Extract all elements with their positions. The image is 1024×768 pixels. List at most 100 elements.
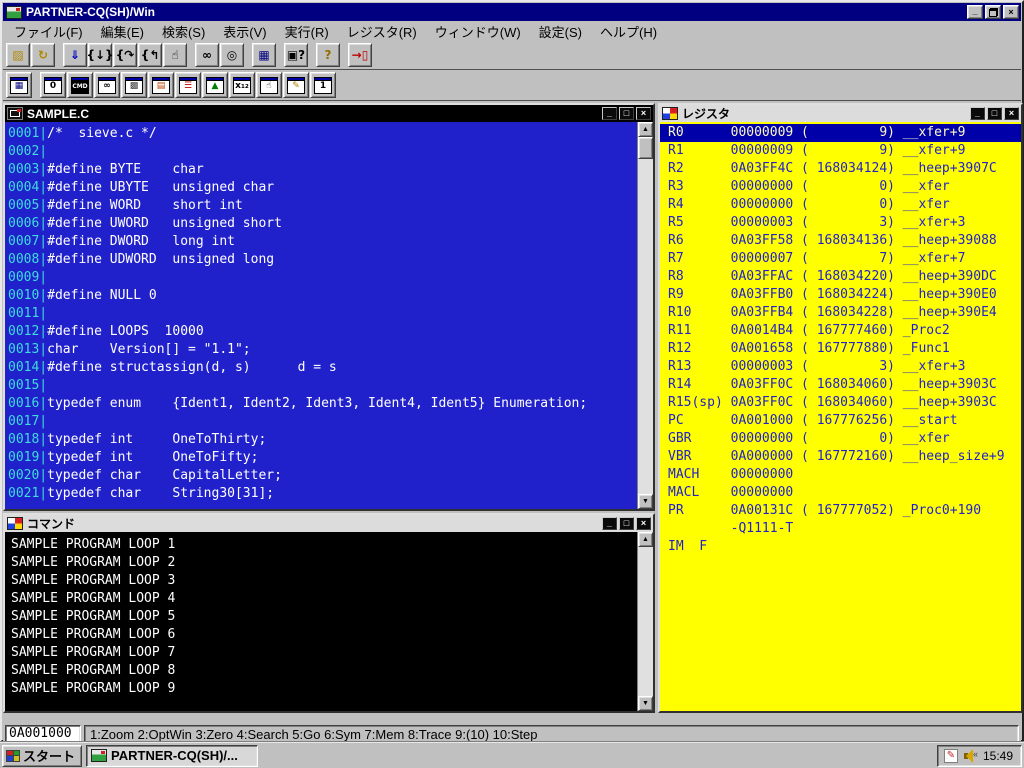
toolbar-separator	[245, 55, 252, 56]
menu-help[interactable]: ヘルプ(H)	[591, 20, 666, 43]
restore-button[interactable]	[985, 5, 1001, 19]
reload-file-icon: ↻	[37, 48, 49, 62]
register-row-im[interactable]: IM F	[668, 538, 1021, 556]
hand-window-button[interactable]: ☝	[256, 72, 282, 98]
register-row-r7[interactable]: R7 00000007 ( 7) __xfer+7	[668, 250, 1021, 268]
command-minimize-button[interactable]: _	[602, 517, 617, 530]
symbol-window-button[interactable]: x₁₂	[229, 72, 255, 98]
menu-settings[interactable]: 設定(S)	[530, 20, 591, 43]
watch-glasses-button[interactable]: ∞	[195, 43, 219, 67]
command-window-titlebar[interactable]: コマンド _ □ ×	[5, 515, 653, 532]
menu-file[interactable]: ファイル(F)	[5, 20, 92, 43]
main-titlebar[interactable]: PARTNER-CQ(SH)/Win _ ×	[3, 3, 1021, 21]
register-row-gbr[interactable]: GBR 00000000 ( 0) __xfer	[668, 430, 1021, 448]
load-module-button[interactable]: ⇓	[63, 43, 87, 67]
scroll-track[interactable]	[638, 137, 653, 494]
register-row-pr[interactable]: PR 0A00131C ( 167777052) _Proc0+190	[668, 502, 1021, 520]
register-row[interactable]: -Q1111-T	[668, 520, 1021, 538]
stack-window-button[interactable]: ☰	[175, 72, 201, 98]
register-row-r4[interactable]: R4 00000000 ( 0) __xfer	[668, 196, 1021, 214]
command-window-button[interactable]: CMD	[67, 72, 93, 98]
start-button[interactable]: スタート	[2, 744, 83, 767]
register-row-r8[interactable]: R8 0A03FFAC ( 168034220) __heep+390DC	[668, 268, 1021, 286]
source-scrollbar[interactable]: ▲ ▼	[637, 122, 653, 509]
command-close-button[interactable]: ×	[636, 517, 651, 530]
register-row-vbr[interactable]: VBR 0A000000 ( 167772160) __heep_size+9	[668, 448, 1021, 466]
register-row-r0[interactable]: R0 00000009 ( 9) __xfer+9	[660, 124, 1021, 142]
task-label: PARTNER-CQ(SH)/...	[111, 748, 238, 763]
save-config-icon: ▣?	[286, 48, 306, 62]
command-maximize-button[interactable]: □	[619, 517, 634, 530]
register-row-r15sp[interactable]: R15(sp) 0A03FF0C ( 168034060) __heep+390…	[668, 394, 1021, 412]
close-button[interactable]: ×	[1003, 5, 1019, 19]
help-button[interactable]: ?	[316, 43, 340, 67]
register-window-icon	[662, 107, 678, 120]
menu-view[interactable]: 表示(V)	[214, 20, 275, 43]
pen-tray-icon[interactable]: ✎	[943, 748, 958, 763]
source-code-area: 0001|/* sieve.c */0002| 0003|#define BYTE…	[5, 122, 637, 509]
scroll-thumb[interactable]	[638, 137, 653, 159]
register-maximize-button[interactable]: □	[987, 107, 1002, 120]
scroll-down-button[interactable]: ▼	[638, 494, 653, 509]
break-hand-button[interactable]: ☝	[163, 43, 187, 67]
register-row-r10[interactable]: R10 0A03FFB4 ( 168034228) __heep+390E4	[668, 304, 1021, 322]
volume-icon[interactable]: «	[963, 748, 978, 763]
stack-window-icon: ☰	[179, 76, 197, 94]
step-over-button[interactable]: {↷	[113, 43, 137, 67]
menu-edit[interactable]: 編集(E)	[92, 20, 153, 43]
memory-window-button[interactable]: ▩	[121, 72, 147, 98]
source-minimize-button[interactable]: _	[602, 107, 617, 120]
scroll-up-button[interactable]: ▲	[638, 532, 653, 547]
register-close-button[interactable]: ×	[1004, 107, 1019, 120]
register-row-r2[interactable]: R2 0A03FF4C ( 168034124) __heep+3907C	[668, 160, 1021, 178]
reload-file-button[interactable]: ↻	[31, 43, 55, 67]
open-file-button[interactable]: ▨	[6, 43, 30, 67]
register-row-macl[interactable]: MACL 00000000	[668, 484, 1021, 502]
step-into-button[interactable]: {↓}	[86, 43, 114, 67]
menu-window[interactable]: ウィンドウ(W)	[426, 20, 530, 43]
menu-register[interactable]: レジスタ(R)	[338, 20, 426, 43]
register-row-r12[interactable]: R12 0A001658 ( 167777880) _Func1	[668, 340, 1021, 358]
scroll-down-button[interactable]: ▼	[638, 696, 653, 711]
taskbar-task-button[interactable]: PARTNER-CQ(SH)/...	[86, 744, 259, 767]
register-row-pc[interactable]: PC 0A001000 ( 167776256) __start	[668, 412, 1021, 430]
register-window-titlebar[interactable]: レジスタ _ □ ×	[660, 105, 1021, 122]
register-row-r13[interactable]: R13 00000003 ( 3) __xfer+3	[668, 358, 1021, 376]
window-1-button[interactable]: 1	[310, 72, 336, 98]
edit-window-button[interactable]: ✎	[283, 72, 309, 98]
line-number: 0011|	[8, 306, 48, 321]
save-config-button[interactable]: ▣?	[284, 43, 308, 67]
search-magnifier-button[interactable]: ◎	[220, 43, 244, 67]
register-row-r11[interactable]: R11 0A0014B4 ( 167777460) _Proc2	[668, 322, 1021, 340]
taskbar-clock[interactable]: 15:49	[983, 749, 1013, 763]
command-output-line: SAMPLE PROGRAM LOOP 6	[11, 627, 176, 642]
source-close-button[interactable]: ×	[636, 107, 651, 120]
scroll-up-button[interactable]: ▲	[638, 122, 653, 137]
source-maximize-button[interactable]: □	[619, 107, 634, 120]
register-row-r6[interactable]: R6 0A03FF58 ( 168034136) __heep+39088	[668, 232, 1021, 250]
window-0-button[interactable]: 0	[40, 72, 66, 98]
register-minimize-button[interactable]: _	[970, 107, 985, 120]
menu-run[interactable]: 実行(R)	[276, 20, 338, 43]
line-number: 0004|	[8, 180, 48, 195]
command-window-icon: CMD	[71, 76, 89, 94]
trace-window-button[interactable]: ▦	[6, 72, 32, 98]
register-row-r3[interactable]: R3 00000000 ( 0) __xfer	[668, 178, 1021, 196]
command-scrollbar[interactable]: ▲ ▼	[637, 532, 653, 711]
register-row-r1[interactable]: R1 00000009 ( 9) __xfer+9	[668, 142, 1021, 160]
source-window-titlebar[interactable]: SAMPLE.C _ □ ×	[5, 105, 653, 122]
register-row-mach[interactable]: MACH 00000000	[668, 466, 1021, 484]
register-row-r5[interactable]: R5 00000003 ( 3) __xfer+3	[668, 214, 1021, 232]
register-row-r14[interactable]: R14 0A03FF0C ( 168034060) __heep+3903C	[668, 376, 1021, 394]
source-window: SAMPLE.C _ □ × 0001|/* sieve.c */0002| 00…	[3, 103, 655, 511]
watch-window-button[interactable]: ∞	[94, 72, 120, 98]
register-row-r9[interactable]: R9 0A03FFB0 ( 168034224) __heep+390E0	[668, 286, 1021, 304]
step-return-button[interactable]: {↰	[138, 43, 162, 67]
menu-search[interactable]: 検索(S)	[153, 20, 214, 43]
scroll-track[interactable]	[638, 547, 653, 696]
trace-button[interactable]: ▦	[252, 43, 276, 67]
minimize-button[interactable]: _	[967, 5, 983, 19]
io-window-button[interactable]: ▤	[148, 72, 174, 98]
exit-button[interactable]: →▯	[348, 43, 372, 67]
bitmap-window-button[interactable]: ▲	[202, 72, 228, 98]
